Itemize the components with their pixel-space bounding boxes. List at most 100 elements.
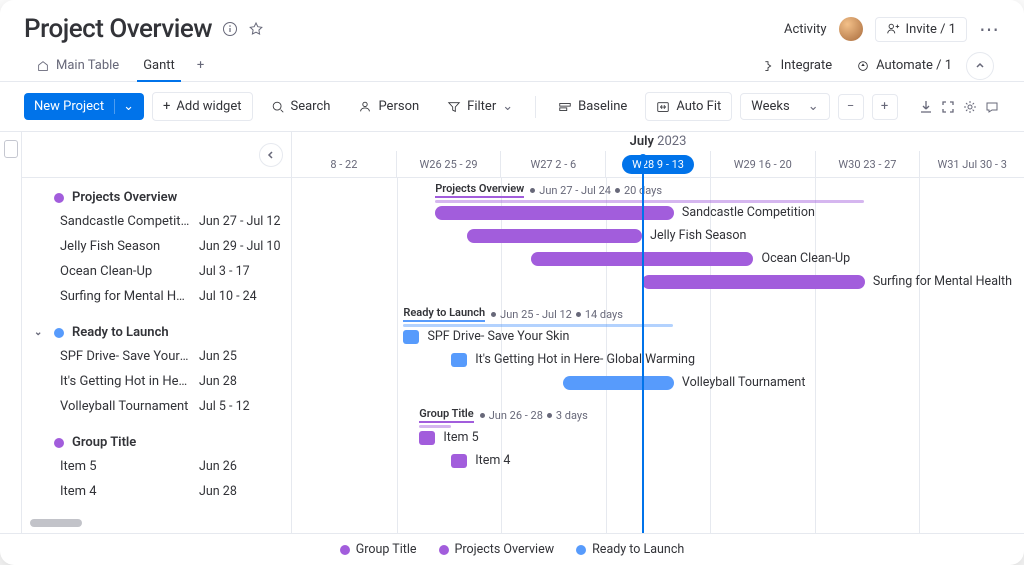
star-icon[interactable] — [248, 21, 264, 37]
side-collapse-strip — [0, 132, 22, 533]
settings-icon[interactable] — [962, 99, 978, 115]
legend: Group TitleProjects OverviewReady to Lau… — [0, 533, 1024, 565]
group-name: Ready to Launch — [72, 325, 169, 340]
bar-label: Item 4 — [475, 453, 510, 468]
new-project-button[interactable]: New Project ⌄ — [24, 93, 144, 120]
group-summary: Ready to LaunchJun 25 - Jul 12 14 days — [403, 306, 623, 322]
automate-button[interactable]: Automate / 1 — [846, 52, 962, 79]
autofit-button[interactable]: Auto Fit — [645, 92, 732, 121]
list-item[interactable]: SPF Drive- Save Your SkinJun 25 — [34, 344, 291, 369]
tab-main-label: Main Table — [56, 58, 119, 73]
week-header[interactable]: W27 2 - 6 — [500, 151, 605, 177]
fullscreen-icon[interactable] — [940, 99, 956, 115]
scrollbar-horizontal[interactable] — [30, 519, 82, 527]
search-button[interactable]: Search — [261, 93, 341, 120]
info-icon[interactable] — [222, 21, 238, 37]
gantt-bar[interactable]: Item 5 — [419, 431, 435, 445]
separator — [535, 96, 536, 118]
chevron-down-icon[interactable]: ⌄ — [114, 99, 134, 114]
week-header[interactable]: W31 Jul 30 - 3 — [919, 151, 1024, 177]
left-panel: Projects OverviewSandcastle CompetitionJ… — [22, 132, 292, 533]
item-date: Jul 5 - 12 — [199, 399, 291, 414]
collapse-groups-button[interactable] — [4, 140, 18, 158]
group-header[interactable]: Group Title — [34, 431, 291, 454]
filter-button[interactable]: Filter ⌄ — [437, 93, 523, 120]
more-icon[interactable]: ⋯ — [979, 17, 1000, 41]
timescale-select[interactable]: Weeks ⌄ — [740, 93, 829, 120]
list-item[interactable]: Jelly Fish SeasonJun 29 - Jul 10 — [34, 234, 291, 259]
item-date: Jul 10 - 24 — [199, 289, 291, 304]
page-title: Project Overview — [24, 14, 212, 44]
integrate-icon — [761, 59, 775, 73]
add-tab-button[interactable]: + — [187, 50, 214, 81]
timescale-label: Weeks — [751, 99, 789, 114]
week-header[interactable]: W28 9 - 13 — [605, 151, 710, 177]
list-item[interactable]: Sandcastle CompetitionJun 27 - Jul 12 — [34, 209, 291, 234]
item-date: Jun 26 — [199, 459, 291, 474]
collapse-left-button[interactable] — [259, 143, 283, 167]
chat-icon[interactable] — [984, 99, 1000, 115]
list-item[interactable]: Item 4Jun 28 — [34, 479, 291, 504]
integrate-button[interactable]: Integrate — [751, 52, 843, 79]
group-summary: Projects OverviewJun 27 - Jul 24 20 days — [435, 182, 662, 198]
tab-gantt[interactable]: Gantt — [131, 50, 187, 81]
person-label: Person — [378, 99, 419, 114]
invite-button[interactable]: Invite / 1 — [875, 17, 967, 42]
week-header[interactable]: W26 25 - 29 — [396, 151, 501, 177]
activity-label[interactable]: Activity — [784, 22, 827, 37]
gantt-bar[interactable]: Jelly Fish Season — [467, 229, 642, 243]
baseline-button[interactable]: Baseline — [548, 93, 637, 120]
gantt-bar[interactable]: Volleyball Tournament — [563, 376, 674, 390]
chevron-down-icon: ⌄ — [808, 99, 819, 114]
legend-item: Ready to Launch — [576, 542, 684, 557]
tab-gantt-label: Gantt — [143, 58, 175, 73]
list-item[interactable]: It's Getting Hot in Here- Glob…Jun 28 — [34, 369, 291, 394]
list-item[interactable]: Surfing for Mental HealthJul 10 - 24 — [34, 284, 291, 309]
item-date: Jun 29 - Jul 10 — [199, 239, 291, 254]
list-item[interactable]: Item 5Jun 26 — [34, 454, 291, 479]
gantt-bar[interactable]: Sandcastle Competition — [435, 206, 674, 220]
week-header[interactable]: W30 23 - 27 — [815, 151, 920, 177]
gantt-bar[interactable]: It's Getting Hot in Here- Global Warming — [451, 353, 467, 367]
collapse-header-button[interactable] — [966, 52, 994, 80]
summary-label: Ready to Launch — [403, 306, 485, 322]
group-color-dot — [54, 193, 64, 203]
item-name: Sandcastle Competition — [60, 214, 199, 229]
automate-label: Automate / 1 — [876, 58, 952, 73]
week-header[interactable]: 8 - 22 — [292, 151, 396, 177]
download-icon[interactable] — [918, 99, 934, 115]
week-header[interactable]: W29 16 - 20 — [710, 151, 815, 177]
chevron-down-icon: ⌄ — [34, 327, 46, 338]
zoom-out-button[interactable]: − — [838, 94, 864, 120]
item-name: Volleyball Tournament — [60, 399, 199, 414]
bar-label: Sandcastle Competition — [682, 205, 815, 220]
item-date: Jun 25 — [199, 349, 291, 364]
person-filter-button[interactable]: Person — [348, 93, 429, 120]
zoom-in-button[interactable]: + — [872, 94, 898, 120]
chevron-down-icon: ⌄ — [502, 99, 513, 114]
list-item[interactable]: Volleyball TournamentJul 5 - 12 — [34, 394, 291, 419]
group-color-dot — [54, 438, 64, 448]
item-date: Jun 28 — [199, 484, 291, 499]
legend-label: Projects Overview — [455, 542, 555, 557]
group-name: Projects Overview — [72, 190, 177, 205]
add-widget-button[interactable]: + Add widget — [152, 92, 252, 121]
gantt-bar[interactable]: SPF Drive- Save Your Skin — [403, 330, 419, 344]
group-header[interactable]: ⌄ Ready to Launch — [34, 321, 291, 344]
gantt-bar[interactable]: Item 4 — [451, 454, 467, 468]
item-name: Jelly Fish Season — [60, 239, 199, 254]
autofit-label: Auto Fit — [676, 99, 721, 114]
tab-main-table[interactable]: Main Table — [24, 50, 131, 81]
filter-icon — [447, 100, 461, 114]
list-item[interactable]: Ocean Clean-UpJul 3 - 17 — [34, 259, 291, 284]
bar-label: Ocean Clean-Up — [761, 251, 850, 266]
item-name: Item 4 — [60, 484, 199, 499]
group-header[interactable]: Projects Overview — [34, 186, 291, 209]
home-icon — [36, 59, 50, 73]
summary-label: Projects Overview — [435, 182, 524, 198]
item-name: Surfing for Mental Health — [60, 289, 199, 304]
gantt-bar[interactable]: Surfing for Mental Health — [642, 275, 865, 289]
legend-label: Ready to Launch — [592, 542, 684, 557]
avatar[interactable] — [839, 17, 863, 41]
add-widget-label: Add widget — [176, 99, 241, 114]
